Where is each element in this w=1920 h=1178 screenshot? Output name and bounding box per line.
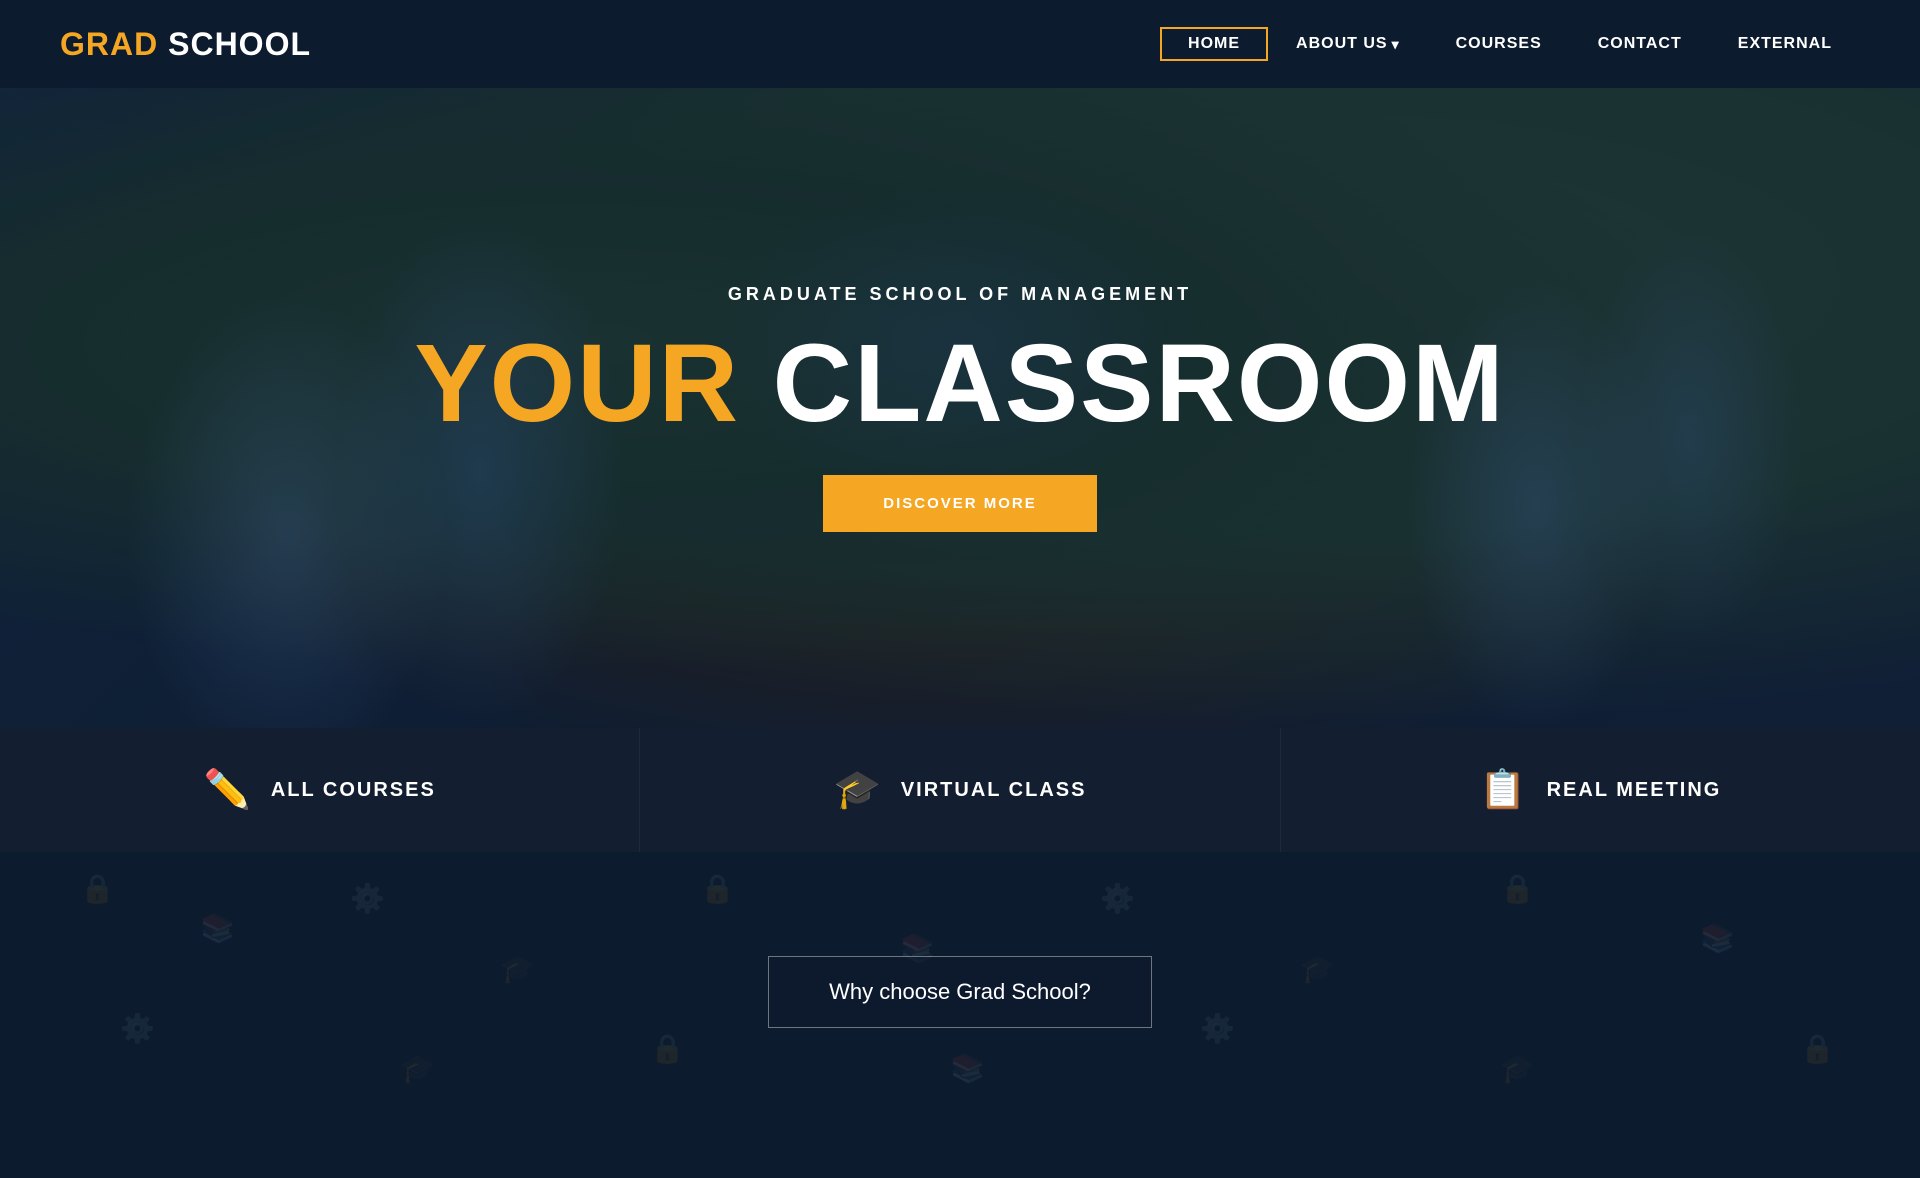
pattern-icon-5: 🔒 [700,872,735,905]
card-real-meeting-label: REAL MEETING [1547,779,1722,802]
pattern-icon-14: 📚 [950,1052,985,1085]
pattern-icon-12: 🎓 [400,1052,435,1085]
pattern-icon-16: 🎓 [1500,1052,1535,1085]
card-virtual-class-label: VIRTUAL CLASS [901,779,1087,802]
pattern-icon-2: 📚 [200,912,235,945]
pattern-icon-1: 🔒 [80,872,115,905]
pattern-icon-13: 🔒 [650,1032,685,1065]
card-real-meeting[interactable]: 📋 REAL MEETING [1281,728,1920,852]
hero-section: GRADUATE SCHOOL OF MANAGEMENT YOUR CLASS… [0,88,1920,728]
logo[interactable]: GRAD SCHOOL [60,26,311,63]
pencil-icon: ✏️ [204,768,251,812]
nav-link-contact[interactable]: CONTACT [1570,27,1710,61]
nav-link-home[interactable]: HOME [1160,27,1268,61]
nav-item-courses[interactable]: COURSES [1428,27,1570,61]
nav-item-about[interactable]: ABOUT US [1268,27,1428,61]
why-choose-label: Why choose Grad School? [829,979,1091,1004]
card-virtual-class[interactable]: 🎓 VIRTUAL CLASS [640,728,1280,852]
card-all-courses[interactable]: ✏️ ALL COURSES [0,728,640,852]
cards-section: ✏️ ALL COURSES 🎓 VIRTUAL CLASS 📋 REAL ME… [0,728,1920,852]
hero-title-your: YOUR [414,322,740,445]
pattern-icon-3: ⚙️ [350,882,385,915]
nav-item-home[interactable]: HOME [1160,27,1268,61]
pattern-icon-4: 🎓 [500,952,535,985]
graduation-cap-icon: 🎓 [834,768,881,812]
bottom-section: 🔒 📚 ⚙️ 🎓 🔒 📚 ⚙️ 🎓 🔒 📚 ⚙️ 🎓 🔒 📚 ⚙️ 🎓 🔒 Wh… [0,852,1920,1132]
pattern-icon-15: ⚙️ [1200,1012,1235,1045]
nav-link-external[interactable]: EXTERNAL [1710,27,1860,61]
nav-link-about[interactable]: ABOUT US [1268,27,1428,61]
hero-subtitle: GRADUATE SCHOOL OF MANAGEMENT [728,284,1192,305]
pattern-icon-9: 🔒 [1500,872,1535,905]
pattern-icon-11: ⚙️ [120,1012,155,1045]
hero-title-classroom: CLASSROOM [740,322,1506,445]
hero-content: GRADUATE SCHOOL OF MANAGEMENT YOUR CLASS… [414,284,1505,532]
card-all-courses-label: ALL COURSES [271,779,436,802]
nav-link-courses[interactable]: COURSES [1428,27,1570,61]
nav-links: HOME ABOUT US COURSES CONTACT EXTERNAL [1160,27,1860,61]
logo-grad: GRAD [60,26,158,62]
clipboard-icon: 📋 [1479,768,1526,812]
nav-item-external[interactable]: EXTERNAL [1710,27,1860,61]
discover-more-button[interactable]: DISCOVER MORE [823,475,1097,532]
pattern-icon-17: 🔒 [1800,1032,1835,1065]
pattern-icon-8: 🎓 [1300,952,1335,985]
pattern-icon-7: ⚙️ [1100,882,1135,915]
nav-item-contact[interactable]: CONTACT [1570,27,1710,61]
logo-school: SCHOOL [158,26,311,62]
pattern-icon-10: 📚 [1700,922,1735,955]
why-choose-box[interactable]: Why choose Grad School? [768,956,1152,1028]
hero-title: YOUR CLASSROOM [414,329,1505,439]
navbar: GRAD SCHOOL HOME ABOUT US COURSES CONTAC… [0,0,1920,88]
